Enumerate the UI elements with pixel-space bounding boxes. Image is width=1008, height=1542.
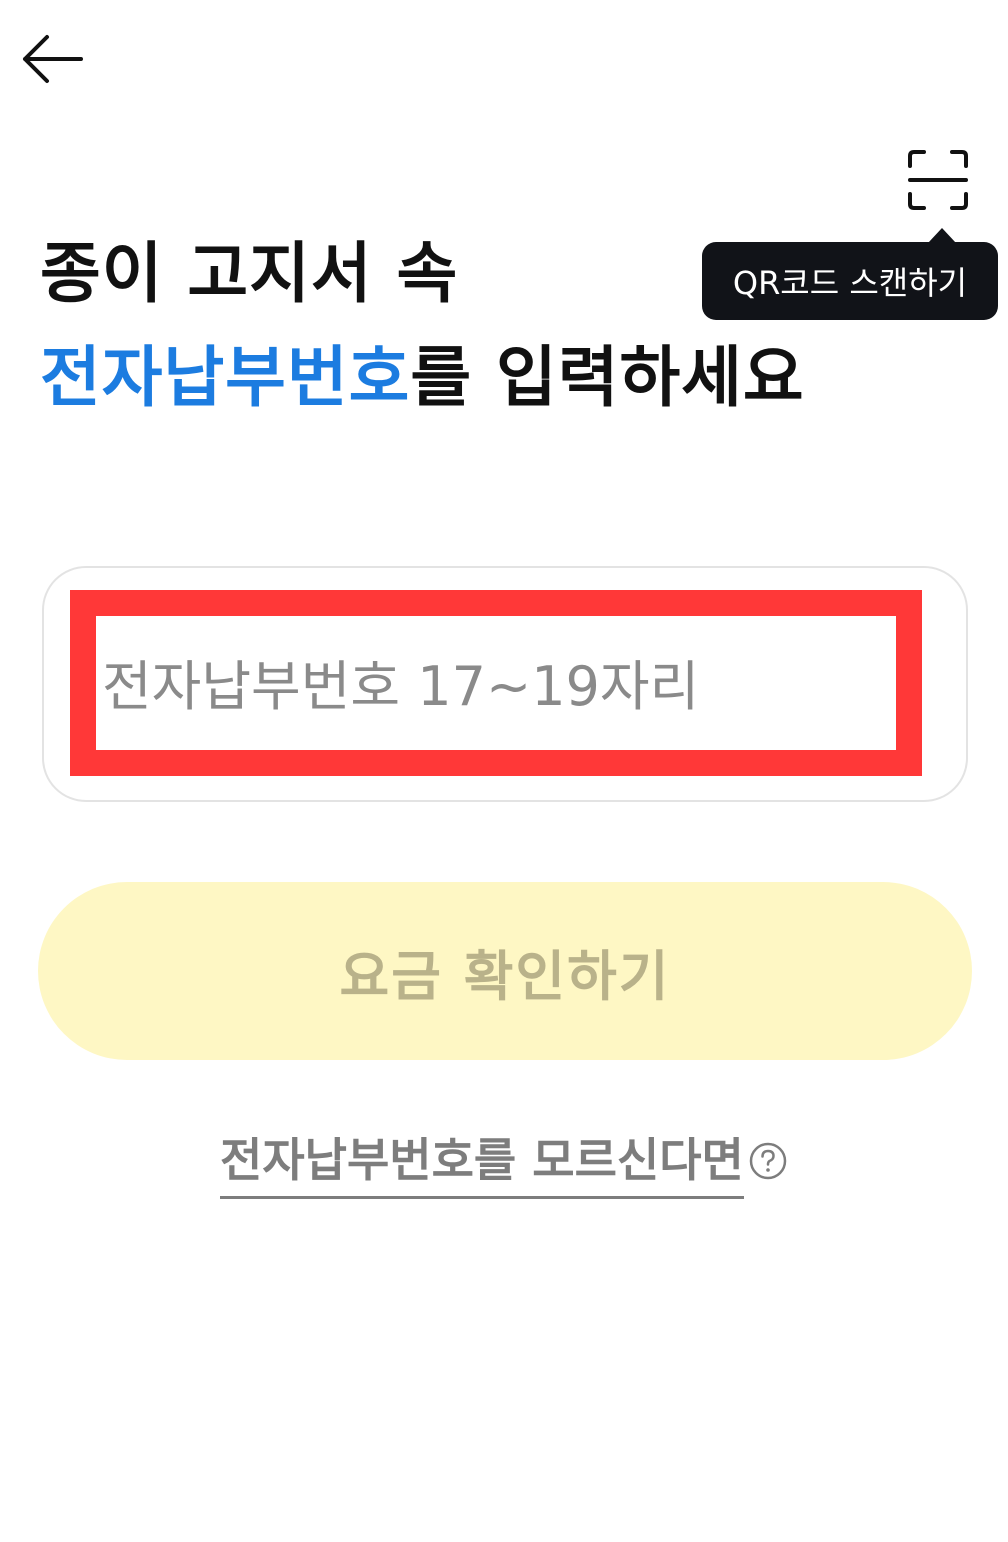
title-accent-text: 전자납부번호	[40, 339, 411, 416]
check-fee-button[interactable]: 요금 확인하기	[38, 882, 972, 1060]
qr-scan-frame-icon	[908, 150, 968, 210]
back-button[interactable]	[12, 24, 90, 94]
unknown-payment-number-link[interactable]: 전자납부번호를 모르신다면	[220, 1124, 744, 1199]
payment-number-input[interactable]	[102, 646, 902, 726]
title-line-2-rest: 를 입력하세요	[410, 339, 805, 416]
page-title: 종이 고지서 속 전자납부번호를 입력하세요	[40, 222, 805, 430]
question-circle-icon[interactable]	[748, 1141, 788, 1181]
check-fee-button-label: 요금 확인하기	[339, 944, 671, 1008]
qr-scan-button[interactable]	[898, 140, 978, 220]
help-link-row[interactable]: 전자납부번호를 모르신다면	[220, 1124, 788, 1199]
payment-number-input-container	[42, 566, 968, 802]
title-line-1: 종이 고지서 속	[40, 235, 459, 312]
arrow-left-icon	[23, 35, 83, 83]
